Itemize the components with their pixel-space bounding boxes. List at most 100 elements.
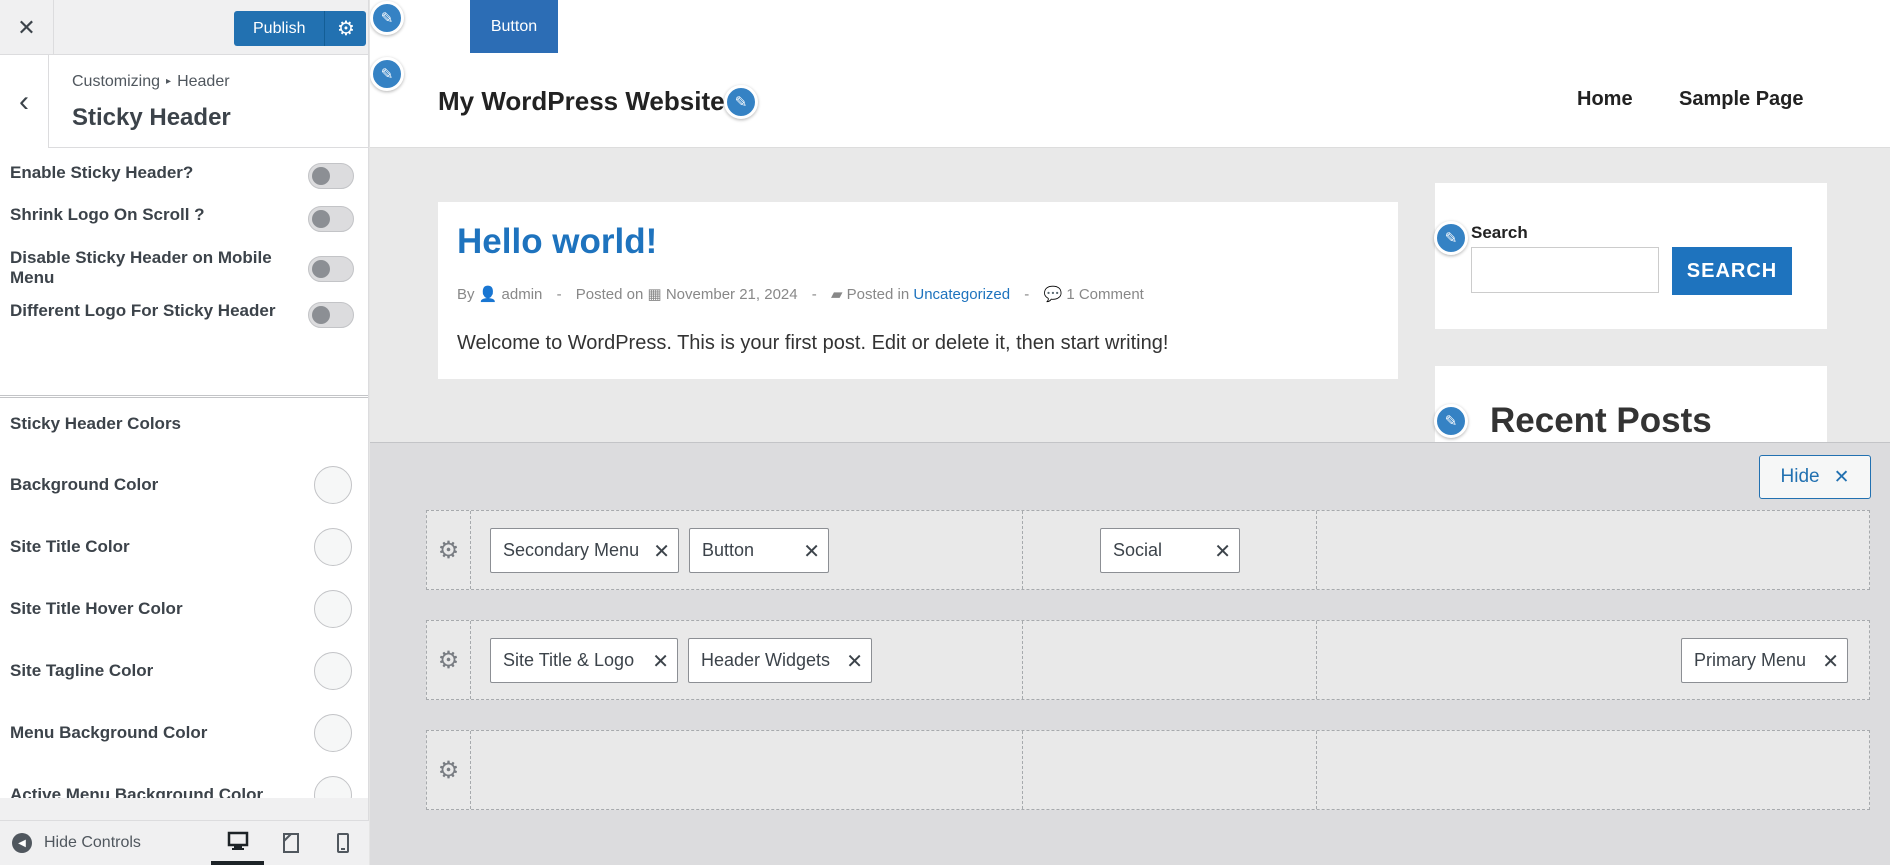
color-label: Menu Background Color: [10, 723, 208, 742]
builder-item[interactable]: Social ✕: [1100, 528, 1240, 573]
shrink-logo-switch[interactable]: [308, 206, 354, 232]
search-label: Search: [1471, 223, 1528, 242]
builder-row-main: ⚙ Site Title & Logo ✕ Header Widgets ✕ Pri…: [426, 620, 1870, 700]
remove-icon[interactable]: ✕: [1214, 539, 1231, 564]
nav-item-sample-page[interactable]: Sample Page: [1679, 88, 1804, 111]
color-label: Site Tagline Color: [10, 661, 154, 680]
gear-icon[interactable]: ⚙: [427, 621, 471, 699]
hide-label: Hide: [1780, 466, 1820, 487]
background-color-picker[interactable]: [314, 466, 352, 504]
remove-icon[interactable]: ✕: [653, 539, 670, 564]
section-title: Sticky Header: [72, 104, 231, 131]
color-row-tagline: Site Tagline Color: [0, 640, 368, 702]
tagline-color-picker[interactable]: [314, 652, 352, 690]
column-divider: [1022, 731, 1023, 809]
toggle-label: Different Logo For Sticky Header: [10, 301, 276, 320]
desktop-icon: [227, 831, 248, 850]
site-title-hover-color-picker[interactable]: [314, 590, 352, 628]
folder-icon: ▰: [830, 286, 843, 303]
header-button[interactable]: Button: [470, 0, 558, 53]
publish-button[interactable]: Publish: [234, 11, 325, 46]
by-label: By: [457, 286, 475, 303]
publish-settings-button[interactable]: ⚙: [324, 11, 367, 46]
builder-item[interactable]: Primary Menu ✕: [1681, 638, 1848, 683]
post-category[interactable]: Uncategorized: [913, 286, 1010, 303]
builder-item[interactable]: Secondary Menu ✕: [490, 528, 679, 573]
site-title-color-picker[interactable]: [314, 528, 352, 566]
builder-item-label: Primary Menu: [1694, 650, 1807, 670]
post-meta: By 👤 admin - Posted on ▦ November 21, 20…: [457, 285, 1144, 303]
hide-controls-button[interactable]: ◀ Hide Controls: [12, 833, 141, 853]
nav-item-home[interactable]: Home: [1577, 88, 1633, 111]
chevron-left-icon: ‹: [19, 84, 29, 118]
column-divider: [1022, 621, 1023, 699]
remove-icon[interactable]: ✕: [1822, 649, 1839, 674]
collapse-icon: ◀: [12, 833, 32, 853]
section-header: ‹ Customizing ▸ Header Sticky Header: [0, 55, 368, 148]
active-menu-background-color-picker[interactable]: [314, 776, 352, 798]
posted-on-label: Posted on: [575, 286, 644, 303]
edit-shortcut-icon[interactable]: ✎: [1434, 221, 1468, 255]
gear-icon[interactable]: ⚙: [427, 511, 471, 589]
toggle-settings: Enable Sticky Header? Shrink Logo On Scr…: [0, 148, 368, 398]
breadcrumb-current: Header: [177, 73, 230, 90]
color-label: Site Title Hover Color: [10, 599, 183, 618]
column-divider: [1316, 511, 1317, 589]
calendar-icon: ▦: [647, 286, 662, 303]
disable-mobile-sticky-switch[interactable]: [308, 256, 354, 282]
close-icon: ✕: [17, 14, 36, 40]
breadcrumb-separator-icon: ▸: [166, 76, 172, 87]
site-header: Button ✎ ✎ My WordPress Website ✎ Home S…: [370, 0, 1890, 148]
color-label: Background Color: [10, 475, 159, 494]
builder-item-label: Header Widgets: [701, 650, 831, 670]
site-title[interactable]: My WordPress Website: [438, 86, 725, 117]
post-author[interactable]: admin: [502, 286, 543, 303]
recent-posts-title: Recent Posts: [1490, 401, 1712, 440]
color-row-menu-background: Menu Background Color: [0, 702, 368, 764]
color-label: Active Menu Background Color: [10, 785, 264, 798]
remove-icon[interactable]: ✕: [803, 539, 820, 564]
enable-sticky-header-switch[interactable]: [308, 163, 354, 189]
toggle-row-disable-mobile: Disable Sticky Header on Mobile Menu: [0, 242, 368, 298]
toggle-label: Enable Sticky Header?: [10, 163, 194, 182]
hide-controls-label: Hide Controls: [44, 834, 141, 851]
search-input[interactable]: [1471, 247, 1659, 293]
meta-separator: -: [1024, 286, 1030, 303]
edit-shortcut-icon[interactable]: ✎: [1434, 404, 1468, 438]
recent-posts-widget: Recent Posts: [1435, 366, 1827, 442]
edit-shortcut-icon[interactable]: ✎: [370, 57, 404, 91]
toggle-row-enable-sticky: Enable Sticky Header?: [0, 158, 368, 200]
builder-row-bottom: ⚙: [426, 730, 1870, 810]
breadcrumb-parent: Customizing: [72, 73, 161, 90]
remove-icon[interactable]: ✕: [652, 649, 669, 674]
builder-item[interactable]: Button ✕: [689, 528, 829, 573]
post-title[interactable]: Hello world!: [457, 222, 657, 262]
builder-item[interactable]: Site Title & Logo ✕: [490, 638, 678, 683]
color-label: Site Title Color: [10, 537, 130, 556]
colors-title: Sticky Header Colors: [10, 414, 182, 433]
builder-item-label: Site Title & Logo: [503, 650, 635, 670]
different-logo-switch[interactable]: [308, 302, 354, 328]
remove-icon[interactable]: ✕: [846, 649, 863, 674]
hide-builder-button[interactable]: Hide ✕: [1759, 455, 1871, 499]
comment-icon: 💬: [1043, 286, 1063, 303]
builder-item-label: Button: [702, 540, 755, 560]
publish-group: Publish ⚙: [234, 11, 367, 46]
back-button[interactable]: ‹: [0, 55, 49, 148]
toggle-label: Disable Sticky Header on Mobile Menu: [10, 248, 272, 287]
builder-item-label: Social: [1113, 540, 1163, 560]
edit-shortcut-icon[interactable]: ✎: [724, 85, 758, 119]
close-customizer-button[interactable]: ✕: [0, 0, 54, 55]
menu-background-color-picker[interactable]: [314, 714, 352, 752]
preview-mobile-button[interactable]: [316, 821, 369, 865]
search-button[interactable]: SEARCH: [1672, 247, 1792, 295]
preview-desktop-button[interactable]: [211, 821, 264, 865]
gear-icon[interactable]: ⚙: [427, 731, 471, 809]
builder-item[interactable]: Header Widgets ✕: [688, 638, 872, 683]
post-comments[interactable]: 1 Comment: [1066, 286, 1144, 303]
edit-shortcut-icon[interactable]: ✎: [370, 1, 404, 35]
preview-tablet-button[interactable]: [264, 821, 317, 865]
meta-separator: -: [811, 286, 817, 303]
post-date[interactable]: November 21, 2024: [666, 286, 798, 303]
color-row-site-title-hover: Site Title Hover Color: [0, 578, 368, 640]
